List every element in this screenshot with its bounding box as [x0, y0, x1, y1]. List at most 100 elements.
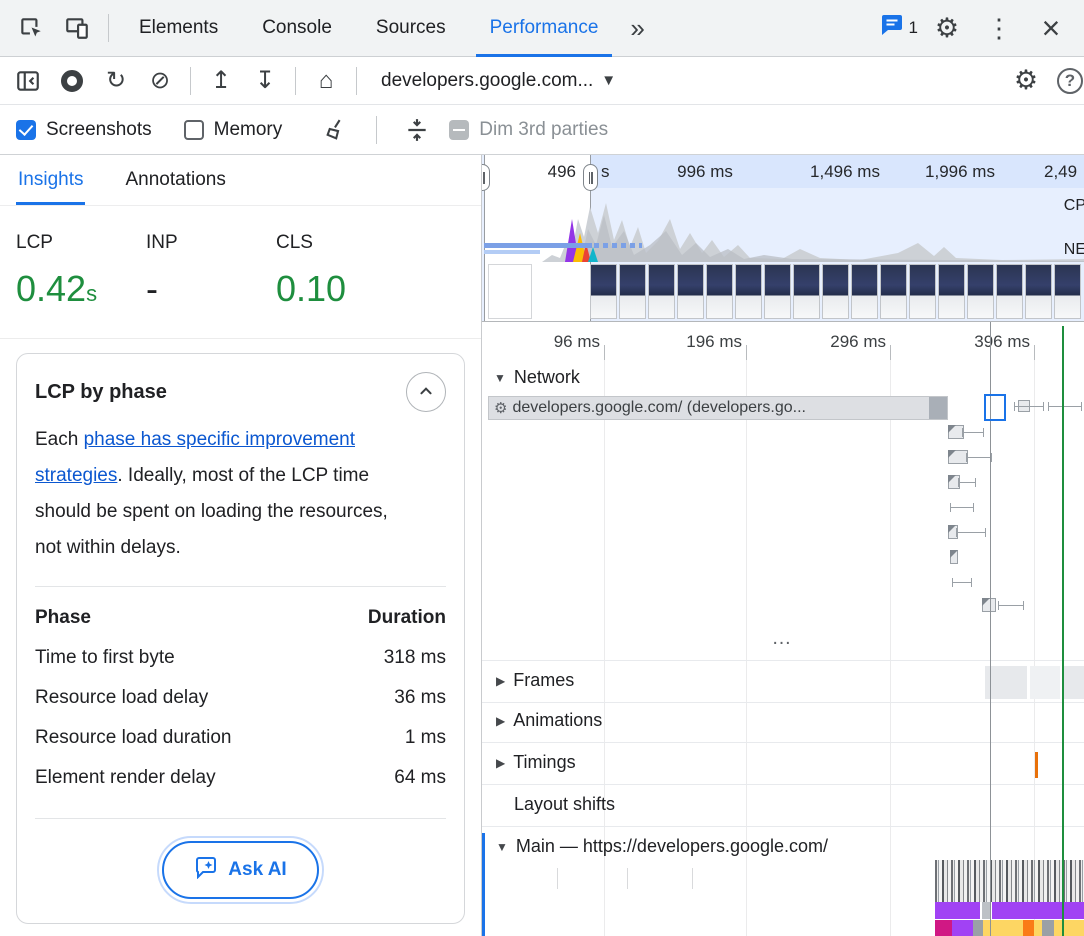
tab-insights[interactable]: Insights: [16, 155, 85, 205]
memory-checkbox[interactable]: [184, 120, 204, 140]
network-request-bar[interactable]: [948, 450, 968, 464]
flame-segment[interactable]: [1023, 920, 1034, 936]
dim-third-parties-checkbox[interactable]: [449, 120, 469, 140]
filmstrip-thumbnail[interactable]: [793, 264, 820, 319]
track-animations[interactable]: ▶ Animations: [496, 710, 602, 731]
net-lane-label: NE: [1064, 241, 1084, 259]
track-resize-handle[interactable]: …: [482, 627, 1084, 650]
frame-block[interactable]: [1063, 666, 1084, 699]
record-button[interactable]: [50, 61, 94, 101]
inspect-element-icon[interactable]: [8, 5, 54, 51]
separator: [190, 67, 191, 95]
flame-segment[interactable]: [1054, 920, 1084, 936]
flame-segment[interactable]: [1034, 920, 1042, 936]
flame-segment[interactable]: [973, 920, 983, 936]
filmstrip-thumbnail[interactable]: [764, 264, 791, 319]
console-messages-button[interactable]: 1: [880, 5, 918, 51]
filmstrip-thumbnail[interactable]: [706, 264, 733, 319]
filmstrip-thumbnail[interactable]: [619, 264, 646, 319]
origin-selector[interactable]: developers.google.com... ▼: [365, 61, 632, 101]
filmstrip-thumbnail[interactable]: [590, 264, 617, 319]
filmstrip-thumbnail[interactable]: [967, 264, 994, 319]
filmstrip-thumbnail[interactable]: [909, 264, 936, 319]
track-frames[interactable]: ▶ Frames: [496, 670, 574, 691]
memory-checkbox-group[interactable]: Memory: [184, 119, 283, 141]
network-timing-whisker[interactable]: [998, 605, 1024, 606]
network-request-main-document[interactable]: ⚙ developers.google.com/ (developers.go.…: [488, 396, 948, 420]
filmstrip-thumbnail[interactable]: [677, 264, 704, 319]
frame-block[interactable]: [985, 666, 1027, 699]
tab-console[interactable]: Console: [240, 0, 354, 57]
track-divider: [482, 826, 1084, 827]
collapse-tracks-icon[interactable]: [395, 110, 439, 150]
flame-segment[interactable]: [983, 920, 1023, 936]
filmstrip-thumbnail[interactable]: [1025, 264, 1052, 319]
window-right-handle[interactable]: [583, 164, 598, 191]
more-tabs-icon[interactable]: »: [620, 13, 654, 44]
filmstrip-thumbnail[interactable]: [851, 264, 878, 319]
tab-annotations[interactable]: Annotations: [123, 155, 227, 205]
window-left-handle[interactable]: [482, 164, 490, 191]
metric-inp[interactable]: INP -: [146, 232, 276, 310]
download-profile-icon[interactable]: ↧: [243, 61, 287, 101]
network-timing-whisker[interactable]: [966, 457, 992, 458]
tab-sources[interactable]: Sources: [354, 0, 468, 57]
flame-segment[interactable]: [952, 920, 973, 936]
screenshots-checkbox-group[interactable]: Screenshots: [16, 119, 152, 141]
metric-lcp[interactable]: LCP 0.42s: [16, 232, 146, 310]
filmstrip-thumbnail[interactable]: [488, 264, 532, 319]
ask-ai-button[interactable]: Ask AI: [162, 841, 318, 899]
flame-segment[interactable]: [1042, 920, 1054, 936]
screenshots-checkbox[interactable]: [16, 120, 36, 140]
metric-cls[interactable]: CLS 0.10: [276, 232, 406, 310]
collapse-card-button[interactable]: [406, 372, 446, 412]
network-timing-whisker[interactable]: [958, 482, 976, 483]
reload-and-record-icon[interactable]: ↻: [94, 61, 138, 101]
filmstrip-thumbnail[interactable]: [735, 264, 762, 319]
ruler-tick: [1034, 345, 1035, 360]
network-timing-whisker[interactable]: [952, 582, 972, 583]
home-icon[interactable]: ⌂: [304, 61, 348, 101]
flame-segment[interactable]: [935, 920, 952, 936]
help-icon[interactable]: ?: [1048, 61, 1084, 101]
track-main-thread[interactable]: ▼ Main — https://developers.google.com/: [496, 836, 828, 857]
ai-spark-bubble-icon: [194, 855, 218, 885]
collect-garbage-icon[interactable]: [314, 110, 358, 150]
frame-block[interactable]: [1030, 666, 1060, 699]
filmstrip-thumbnail[interactable]: [938, 264, 965, 319]
filmstrip-thumbnail[interactable]: [880, 264, 907, 319]
filmstrip-thumbnail[interactable]: [996, 264, 1023, 319]
network-request-bar[interactable]: [982, 598, 996, 612]
track-timings[interactable]: ▶ Timings: [496, 752, 576, 773]
capture-settings-gear-icon[interactable]: ⚙: [1004, 61, 1048, 101]
metric-label: CLS: [276, 232, 406, 254]
network-timing-whisker[interactable]: [950, 507, 974, 508]
tab-performance[interactable]: Performance: [468, 0, 621, 57]
sidebar-tabs: Insights Annotations: [0, 155, 481, 206]
flame-segment[interactable]: [992, 902, 1084, 919]
upload-profile-icon[interactable]: ↥: [199, 61, 243, 101]
network-timing-whisker[interactable]: [962, 432, 984, 433]
close-icon[interactable]: ×: [1028, 5, 1074, 51]
network-timing-whisker[interactable]: [1014, 406, 1044, 407]
kebab-menu-icon[interactable]: ⋮: [976, 5, 1022, 51]
timeline-overview[interactable]: 496 s 996 ms 1,496 ms 1,996 ms 2,49 CP: [482, 155, 1084, 322]
device-toolbar-icon[interactable]: [54, 5, 100, 51]
clear-icon[interactable]: ⊘: [138, 61, 182, 101]
network-timing-whisker[interactable]: [1048, 406, 1082, 407]
tab-elements[interactable]: Elements: [117, 0, 240, 57]
track-network[interactable]: ▼ Network: [494, 367, 580, 388]
filmstrip-thumbnail[interactable]: [822, 264, 849, 319]
track-label: Main — https://developers.google.com/: [516, 836, 828, 857]
network-timing-whisker[interactable]: [956, 532, 986, 533]
toggle-sidebar-icon[interactable]: [6, 61, 50, 101]
timing-marker[interactable]: [1035, 752, 1038, 778]
dim-third-parties-group[interactable]: Dim 3rd parties: [449, 119, 608, 141]
filmstrip-thumbnail[interactable]: [648, 264, 675, 319]
settings-gear-icon[interactable]: ⚙: [924, 5, 970, 51]
filmstrip-thumbnail[interactable]: [1054, 264, 1081, 319]
flame-segment[interactable]: [982, 902, 990, 919]
track-layout-shifts[interactable]: Layout shifts: [514, 794, 615, 815]
network-request-bar[interactable]: [950, 550, 958, 564]
flame-segment[interactable]: [935, 902, 980, 919]
